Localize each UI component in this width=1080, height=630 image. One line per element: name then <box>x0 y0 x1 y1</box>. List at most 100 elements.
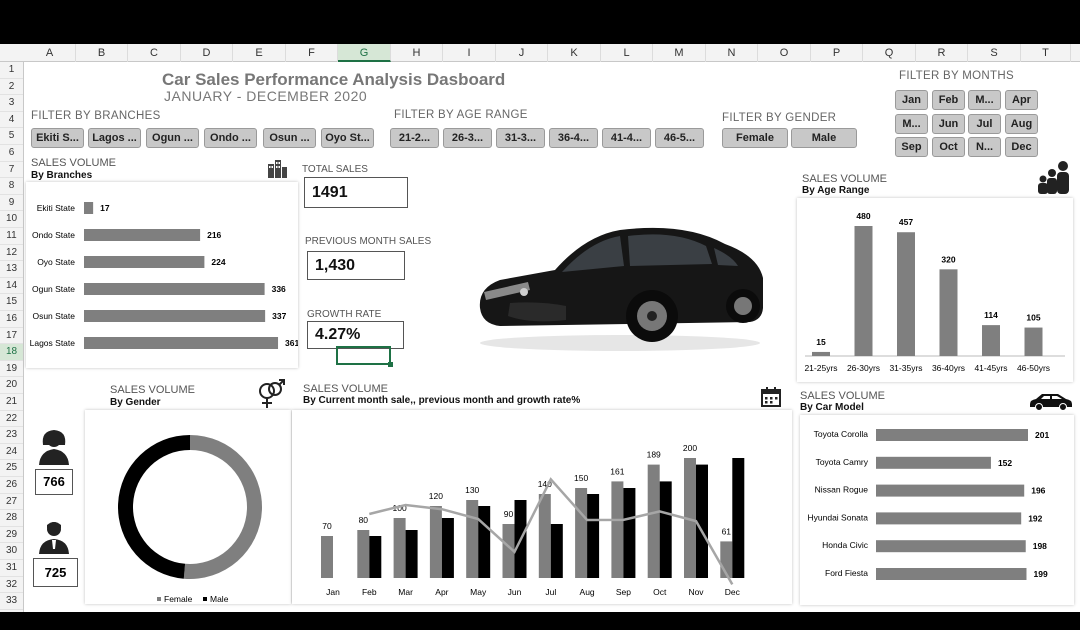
row-header-3[interactable]: 3 <box>0 95 23 112</box>
row-header-23[interactable]: 23 <box>0 427 23 444</box>
slicer-months-1[interactable]: Feb <box>932 90 965 110</box>
month-label: Feb <box>362 587 377 597</box>
column-header-n[interactable]: N <box>706 44 758 62</box>
row-header-18[interactable]: 18 <box>0 344 23 361</box>
row-header-4[interactable]: 4 <box>0 112 23 129</box>
row-header-24[interactable]: 24 <box>0 444 23 461</box>
column-header-t[interactable]: T <box>1021 44 1071 62</box>
current-value-label: 120 <box>429 491 443 501</box>
column-header-c[interactable]: C <box>128 44 181 62</box>
row-header-32[interactable]: 32 <box>0 577 23 594</box>
row-header-25[interactable]: 25 <box>0 460 23 477</box>
slicer-gender-1[interactable]: Male <box>791 128 857 148</box>
row-header-11[interactable]: 11 <box>0 228 23 245</box>
column-header-q[interactable]: Q <box>863 44 916 62</box>
row-header-19[interactable]: 19 <box>0 361 23 378</box>
row-header-6[interactable]: 6 <box>0 145 23 162</box>
column-header-a[interactable]: A <box>24 44 76 62</box>
slicer-branches-5[interactable]: Oyo St... <box>321 128 374 148</box>
column-header-p[interactable]: P <box>811 44 863 62</box>
row-header-8[interactable]: 8 <box>0 178 23 195</box>
current-month-bar <box>429 506 442 578</box>
slicer-months-6[interactable]: Jul <box>968 114 1001 134</box>
slicer-months-10[interactable]: N... <box>968 137 1001 157</box>
slicer-age-0[interactable]: 21-2... <box>390 128 439 148</box>
column-header-i[interactable]: I <box>443 44 496 62</box>
column-header-g[interactable]: G <box>338 44 391 62</box>
row-header-7[interactable]: 7 <box>0 162 23 179</box>
column-header-s[interactable]: S <box>968 44 1021 62</box>
row-header-17[interactable]: 17 <box>0 328 23 345</box>
row-header-29[interactable]: 29 <box>0 527 23 544</box>
previous-month-bar <box>696 464 708 578</box>
slicer-age-2[interactable]: 31-3... <box>496 128 545 148</box>
slicer-age-1[interactable]: 26-3... <box>443 128 492 148</box>
row-header-26[interactable]: 26 <box>0 477 23 494</box>
model-label: Hyundai Sonata <box>808 512 869 522</box>
slicer-branches-3[interactable]: Ondo ... <box>204 128 257 148</box>
row-header-14[interactable]: 14 <box>0 278 23 295</box>
branch-bar <box>84 283 265 295</box>
row-header-20[interactable]: 20 <box>0 377 23 394</box>
slicer-months-9[interactable]: Oct <box>932 137 965 157</box>
column-header-k[interactable]: K <box>548 44 601 62</box>
row-header-31[interactable]: 31 <box>0 560 23 577</box>
slicer-age-3[interactable]: 36-4... <box>549 128 598 148</box>
slicer-months-2[interactable]: M... <box>968 90 1001 110</box>
growth-rate-label: GROWTH RATE <box>307 309 382 320</box>
slicer-branches-1[interactable]: Lagos ... <box>88 128 141 148</box>
row-header-10[interactable]: 10 <box>0 211 23 228</box>
slicer-months-4[interactable]: M... <box>895 114 928 134</box>
row-header-33[interactable]: 33 <box>0 593 23 610</box>
slicer-branches-2[interactable]: Ogun ... <box>146 128 199 148</box>
row-header-15[interactable]: 15 <box>0 294 23 311</box>
column-header-b[interactable]: B <box>76 44 128 62</box>
monthly-section-title: SALES VOLUME <box>303 383 388 395</box>
slicer-months-0[interactable]: Jan <box>895 90 928 110</box>
previous-month-bar <box>550 524 563 578</box>
fill-handle[interactable] <box>388 362 393 367</box>
model-value-label: 192 <box>1028 513 1042 523</box>
slicer-age-5[interactable]: 46-5... <box>655 128 704 148</box>
column-header-f[interactable]: F <box>286 44 338 62</box>
column-header-j[interactable]: J <box>496 44 548 62</box>
slicer-age-4[interactable]: 41-4... <box>602 128 651 148</box>
slicer-branches-0[interactable]: Ekiti S... <box>31 128 84 148</box>
previous-month-bar <box>587 494 600 578</box>
column-header-e[interactable]: E <box>233 44 286 62</box>
row-header-30[interactable]: 30 <box>0 543 23 560</box>
model-label: Honda Civic <box>822 540 869 550</box>
branch-label: Ekiti State <box>37 203 76 213</box>
column-header-r[interactable]: R <box>916 44 968 62</box>
column-header-o[interactable]: O <box>758 44 811 62</box>
female-count: 766 <box>35 469 73 495</box>
column-header-d[interactable]: D <box>181 44 233 62</box>
row-header-21[interactable]: 21 <box>0 394 23 411</box>
column-header-l[interactable]: L <box>601 44 653 62</box>
filter-gender-label: FILTER BY GENDER <box>722 112 837 124</box>
row-header-1[interactable]: 1 <box>0 62 23 79</box>
age-bar <box>1024 327 1043 356</box>
column-header-m[interactable]: M <box>653 44 706 62</box>
row-header-28[interactable]: 28 <box>0 510 23 527</box>
slicer-months-11[interactable]: Dec <box>1005 137 1038 157</box>
row-header-5[interactable]: 5 <box>0 128 23 145</box>
slicer-months-7[interactable]: Aug <box>1005 114 1038 134</box>
row-header-27[interactable]: 27 <box>0 494 23 511</box>
row-header-13[interactable]: 13 <box>0 261 23 278</box>
row-header-2[interactable]: 2 <box>0 79 23 96</box>
filter-months-label: FILTER BY MONTHS <box>899 70 1014 82</box>
row-header-12[interactable]: 12 <box>0 245 23 262</box>
row-header-16[interactable]: 16 <box>0 311 23 328</box>
slicer-branches-4[interactable]: Osun ... <box>263 128 316 148</box>
row-header-22[interactable]: 22 <box>0 411 23 428</box>
slicer-months-5[interactable]: Jun <box>932 114 965 134</box>
active-cell[interactable] <box>336 346 391 365</box>
spreadsheet-sheet: ABCDEFGHIJKLMNOPQRST 1 2 3 4 5 6 7 8 9 10 11 12 13 14… <box>0 44 1080 612</box>
row-header-9[interactable]: 9 <box>0 195 23 212</box>
age-value-label: 457 <box>899 217 913 227</box>
slicer-months-8[interactable]: Sep <box>895 137 928 157</box>
slicer-months-3[interactable]: Apr <box>1005 90 1038 110</box>
slicer-gender-0[interactable]: Female <box>722 128 788 148</box>
column-header-h[interactable]: H <box>391 44 443 62</box>
